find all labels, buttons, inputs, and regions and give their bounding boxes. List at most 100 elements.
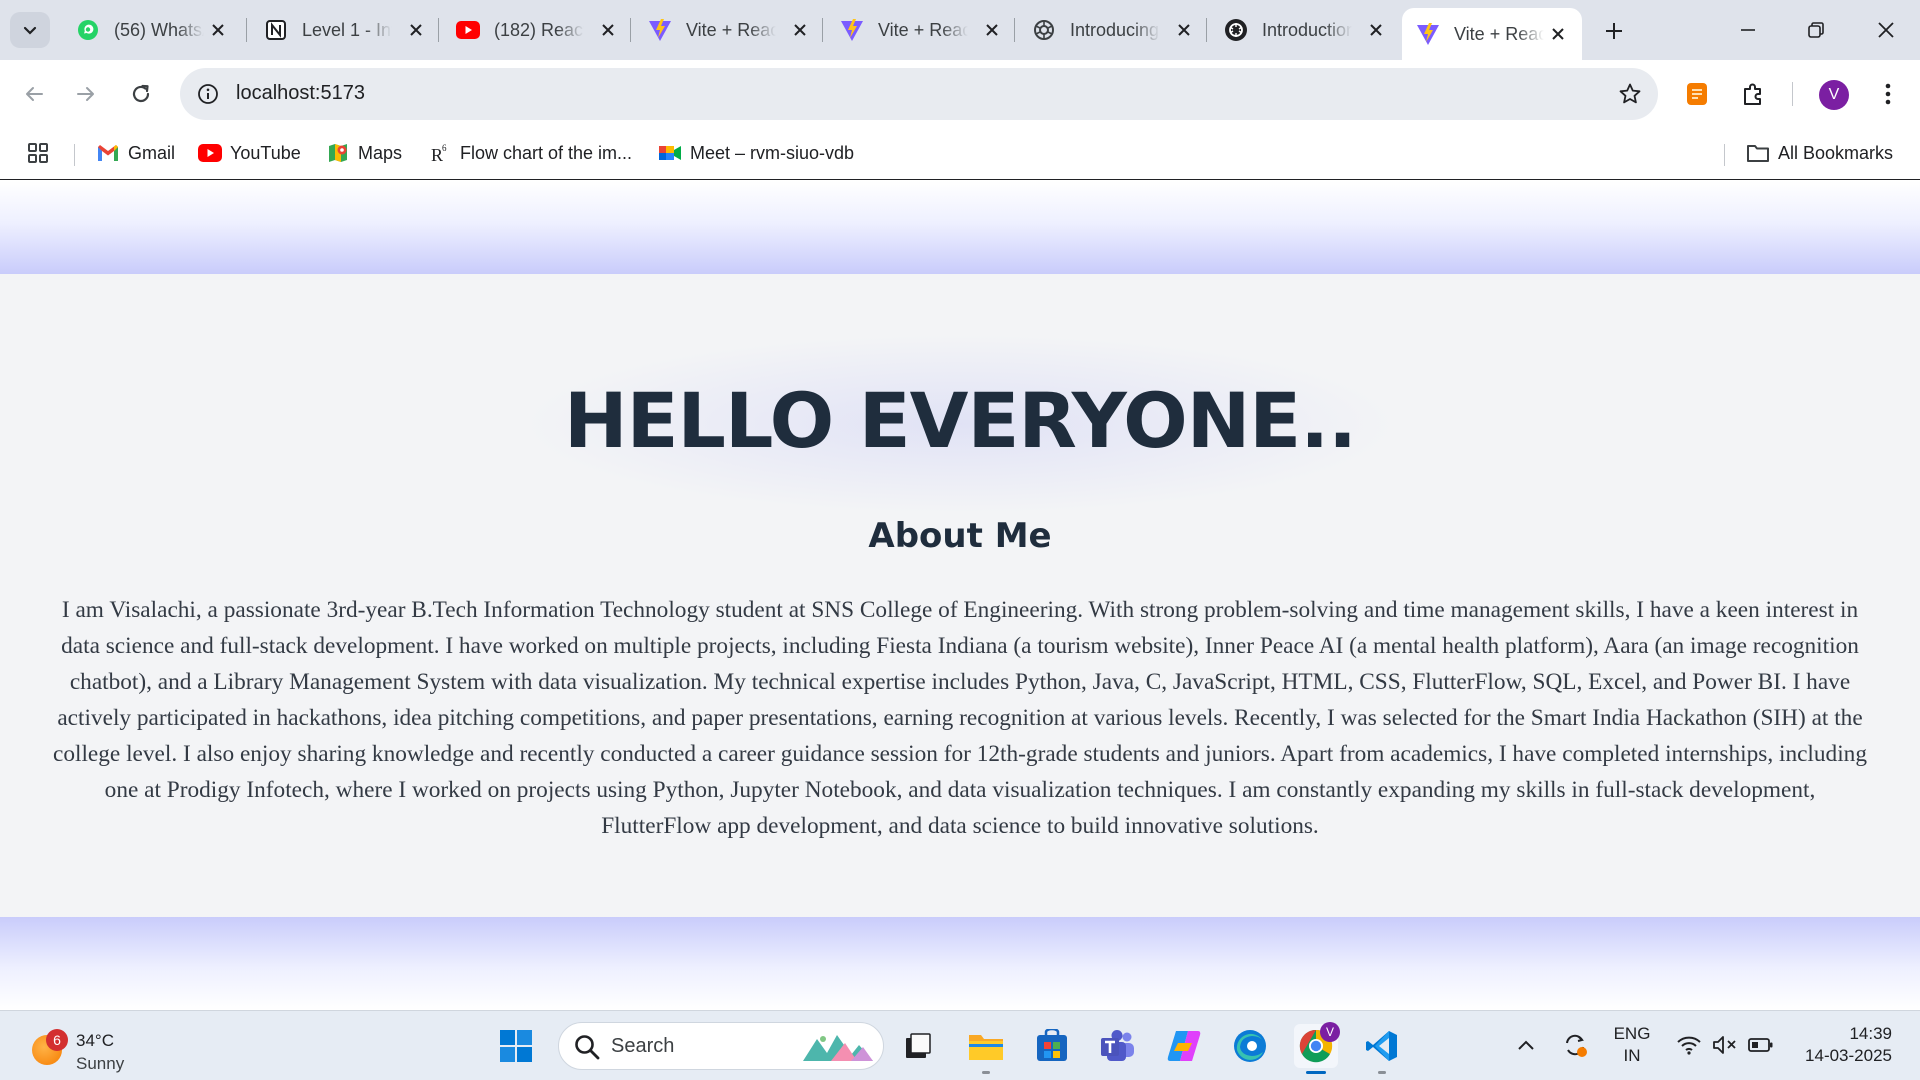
tab-separator: [1014, 18, 1015, 42]
language-indicator[interactable]: ENG IN: [1612, 1023, 1652, 1067]
extensions-puzzle-icon[interactable]: [1735, 76, 1771, 112]
taskbar-vscode[interactable]: [1360, 1024, 1404, 1074]
bookmark-youtube[interactable]: YouTube: [198, 138, 301, 168]
bookmark-flowchart[interactable]: R6 Flow chart of the im...: [428, 138, 632, 168]
windows-logo-icon: [500, 1030, 532, 1062]
apps-button[interactable]: [26, 138, 58, 168]
menu-kebab-icon[interactable]: [1870, 76, 1906, 112]
close-icon[interactable]: [596, 18, 620, 42]
taskbar-chrome[interactable]: V: [1294, 1022, 1340, 1074]
start-button[interactable]: [494, 1024, 538, 1068]
tab-separator: [822, 18, 823, 42]
about-section: HELLO EVERYONE.. About Me I am Visalachi…: [0, 274, 1920, 917]
edge-icon: [1234, 1030, 1266, 1062]
new-tab-button[interactable]: [1596, 14, 1632, 48]
search-label: Search: [611, 1035, 675, 1057]
tab-vite-2[interactable]: Vite + React: [826, 8, 1016, 52]
tab-notion[interactable]: Level 1 - Introduction: [250, 8, 440, 52]
bookmark-meet[interactable]: Meet – rvm-siuo-vdb: [658, 138, 854, 168]
r6-logo-icon: R6: [428, 141, 452, 165]
tab-youtube[interactable]: (182) React: [442, 8, 632, 52]
youtube-icon: [198, 141, 222, 165]
top-glow-band: [0, 181, 1920, 274]
bookmark-label: Maps: [358, 142, 403, 163]
browser-toolbar: localhost:5173 V: [0, 60, 1920, 128]
notification-badge: 6: [46, 1029, 68, 1051]
tab-strip: (56) WhatsApp Level 1 - Introduction (18…: [0, 0, 1920, 60]
gmail-icon: [96, 141, 120, 165]
tab-openai-1[interactable]: Introducing: [1018, 8, 1208, 52]
taskbar-copilot[interactable]: [1162, 1024, 1206, 1068]
bookmark-maps[interactable]: Maps: [326, 138, 402, 168]
reload-button[interactable]: [121, 74, 161, 114]
tab-search-button[interactable]: [10, 12, 50, 48]
tab-whatsapp[interactable]: (56) WhatsApp: [62, 8, 242, 52]
close-icon[interactable]: [788, 18, 812, 42]
page-viewport: HELLO EVERYONE.. About Me I am Visalachi…: [0, 181, 1920, 1010]
tab-vite-1[interactable]: Vite + React: [634, 8, 824, 52]
minimize-button[interactable]: [1720, 10, 1776, 50]
back-button[interactable]: [14, 74, 54, 114]
close-icon[interactable]: [980, 18, 1004, 42]
close-icon[interactable]: [1364, 18, 1388, 42]
taskbar-search[interactable]: Search: [558, 1022, 884, 1070]
running-indicator: [982, 1071, 990, 1074]
taskbar-file-explorer[interactable]: [964, 1024, 1008, 1074]
close-icon[interactable]: [404, 18, 428, 42]
tab-separator: [630, 18, 631, 42]
taskbar-store[interactable]: [1030, 1024, 1074, 1068]
apps-grid-icon: [26, 141, 50, 165]
tab-separator: [438, 18, 439, 42]
bookmark-star-icon[interactable]: [1616, 80, 1644, 108]
close-icon[interactable]: [206, 18, 230, 42]
show-hidden-icons[interactable]: [1514, 1027, 1538, 1063]
vscode-icon: [1366, 1031, 1397, 1061]
weather-condition: Sunny: [76, 1054, 125, 1073]
search-highlight-art-icon: [803, 1035, 873, 1061]
tab-vite-active[interactable]: Vite + React: [1402, 8, 1582, 60]
battery-icon[interactable]: [1746, 1027, 1776, 1063]
restore-button[interactable]: [1788, 10, 1844, 50]
tab-title: Vite + React: [878, 19, 968, 40]
address-bar[interactable]: localhost:5173: [180, 68, 1658, 120]
forward-button[interactable]: [66, 74, 106, 114]
about-paragraph: I am Visalachi, a passionate 3rd-year B.…: [53, 597, 1867, 839]
all-bookmarks-button[interactable]: All Bookmarks: [1746, 138, 1893, 168]
store-icon: [1037, 1029, 1067, 1061]
clock-date: 14-03-2025: [1805, 1046, 1892, 1065]
task-view-button[interactable]: [896, 1024, 940, 1068]
page-title: HELLO EVERYONE..: [564, 376, 1357, 465]
close-icon[interactable]: [1546, 22, 1570, 46]
url-text[interactable]: localhost:5173: [236, 82, 365, 105]
close-window-button[interactable]: [1858, 10, 1914, 50]
profile-avatar[interactable]: V: [1819, 80, 1849, 110]
close-icon[interactable]: [1172, 18, 1196, 42]
taskbar-edge[interactable]: [1228, 1024, 1272, 1068]
weather-temp: 34°C: [76, 1031, 114, 1050]
extension-notes-icon[interactable]: [1679, 76, 1715, 112]
sync-tray-icon[interactable]: [1558, 1027, 1592, 1063]
whatsapp-icon: [76, 18, 100, 42]
close-icon: [1878, 22, 1894, 38]
system-clock[interactable]: 14:39 14-03-2025: [1792, 1023, 1892, 1067]
folder-icon: [1746, 141, 1770, 165]
wifi-icon[interactable]: [1674, 1027, 1704, 1063]
weather-widget[interactable]: 6 34°C Sunny: [28, 1021, 148, 1073]
taskbar-teams[interactable]: [1096, 1024, 1140, 1068]
site-info-icon[interactable]: [192, 78, 224, 110]
chevron-up-icon: [1518, 1040, 1534, 1050]
bookmark-label: Meet – rvm-siuo-vdb: [690, 142, 855, 163]
bookmark-gmail[interactable]: Gmail: [96, 138, 175, 168]
chevron-down-icon: [23, 26, 37, 35]
volume-muted-icon[interactable]: [1710, 1027, 1740, 1063]
all-bookmarks-label: All Bookmarks: [1778, 142, 1894, 163]
reload-icon: [132, 84, 150, 103]
svg-text:6: 6: [442, 143, 447, 153]
tab-title: Introducing: [1070, 19, 1160, 40]
notion-icon: [264, 18, 288, 42]
language-line2: IN: [1623, 1046, 1641, 1065]
bottom-glow-band: [0, 917, 1920, 1010]
openai-icon: [1224, 18, 1248, 42]
tab-openai-2[interactable]: Introduction: [1210, 8, 1400, 52]
vite-icon: [840, 18, 864, 42]
